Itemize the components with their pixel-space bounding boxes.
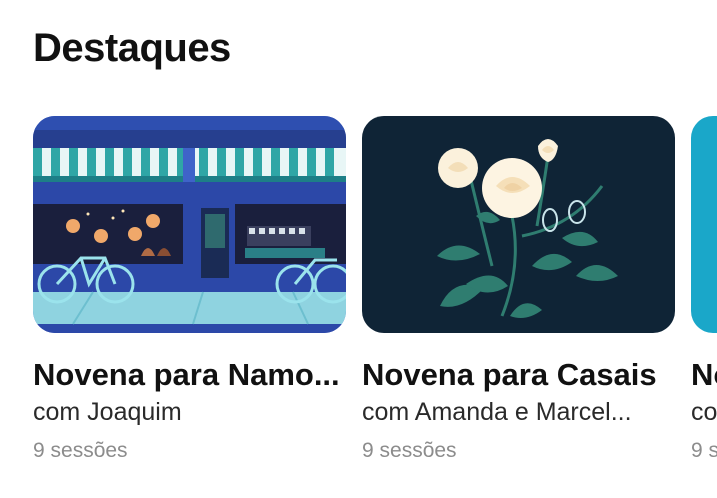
featured-card-namoro[interactable]: Novena para Namo... com Joaquim 9 sessõe… — [33, 116, 346, 464]
card-title: No — [691, 357, 717, 392]
featured-card-partial[interactable]: No co 9 s — [691, 116, 717, 464]
card-author: co — [691, 398, 717, 426]
featured-page: Destaques Novena para Namo... com Joaqui… — [0, 0, 717, 498]
card-title: Novena para Namo... — [33, 357, 340, 392]
card-author: com Joaquim — [33, 398, 182, 426]
card-title: Novena para Casais — [362, 357, 657, 392]
featured-card-casais[interactable]: Novena para Casais com Amanda e Marcel..… — [362, 116, 675, 464]
teal-illustration — [691, 116, 717, 333]
storefront-illustration — [33, 116, 346, 333]
card-thumbnail-storefront[interactable] — [33, 116, 346, 333]
white-roses-illustration — [362, 116, 675, 333]
card-session-count: 9 s — [691, 439, 717, 462]
card-session-count: 9 sessões — [362, 439, 457, 462]
card-session-count: 9 sessões — [33, 439, 128, 462]
card-thumbnail-teal[interactable] — [691, 116, 717, 333]
section-title: Destaques — [33, 26, 231, 70]
card-author: com Amanda e Marcel... — [362, 398, 632, 426]
card-thumbnail-roses[interactable] — [362, 116, 675, 333]
